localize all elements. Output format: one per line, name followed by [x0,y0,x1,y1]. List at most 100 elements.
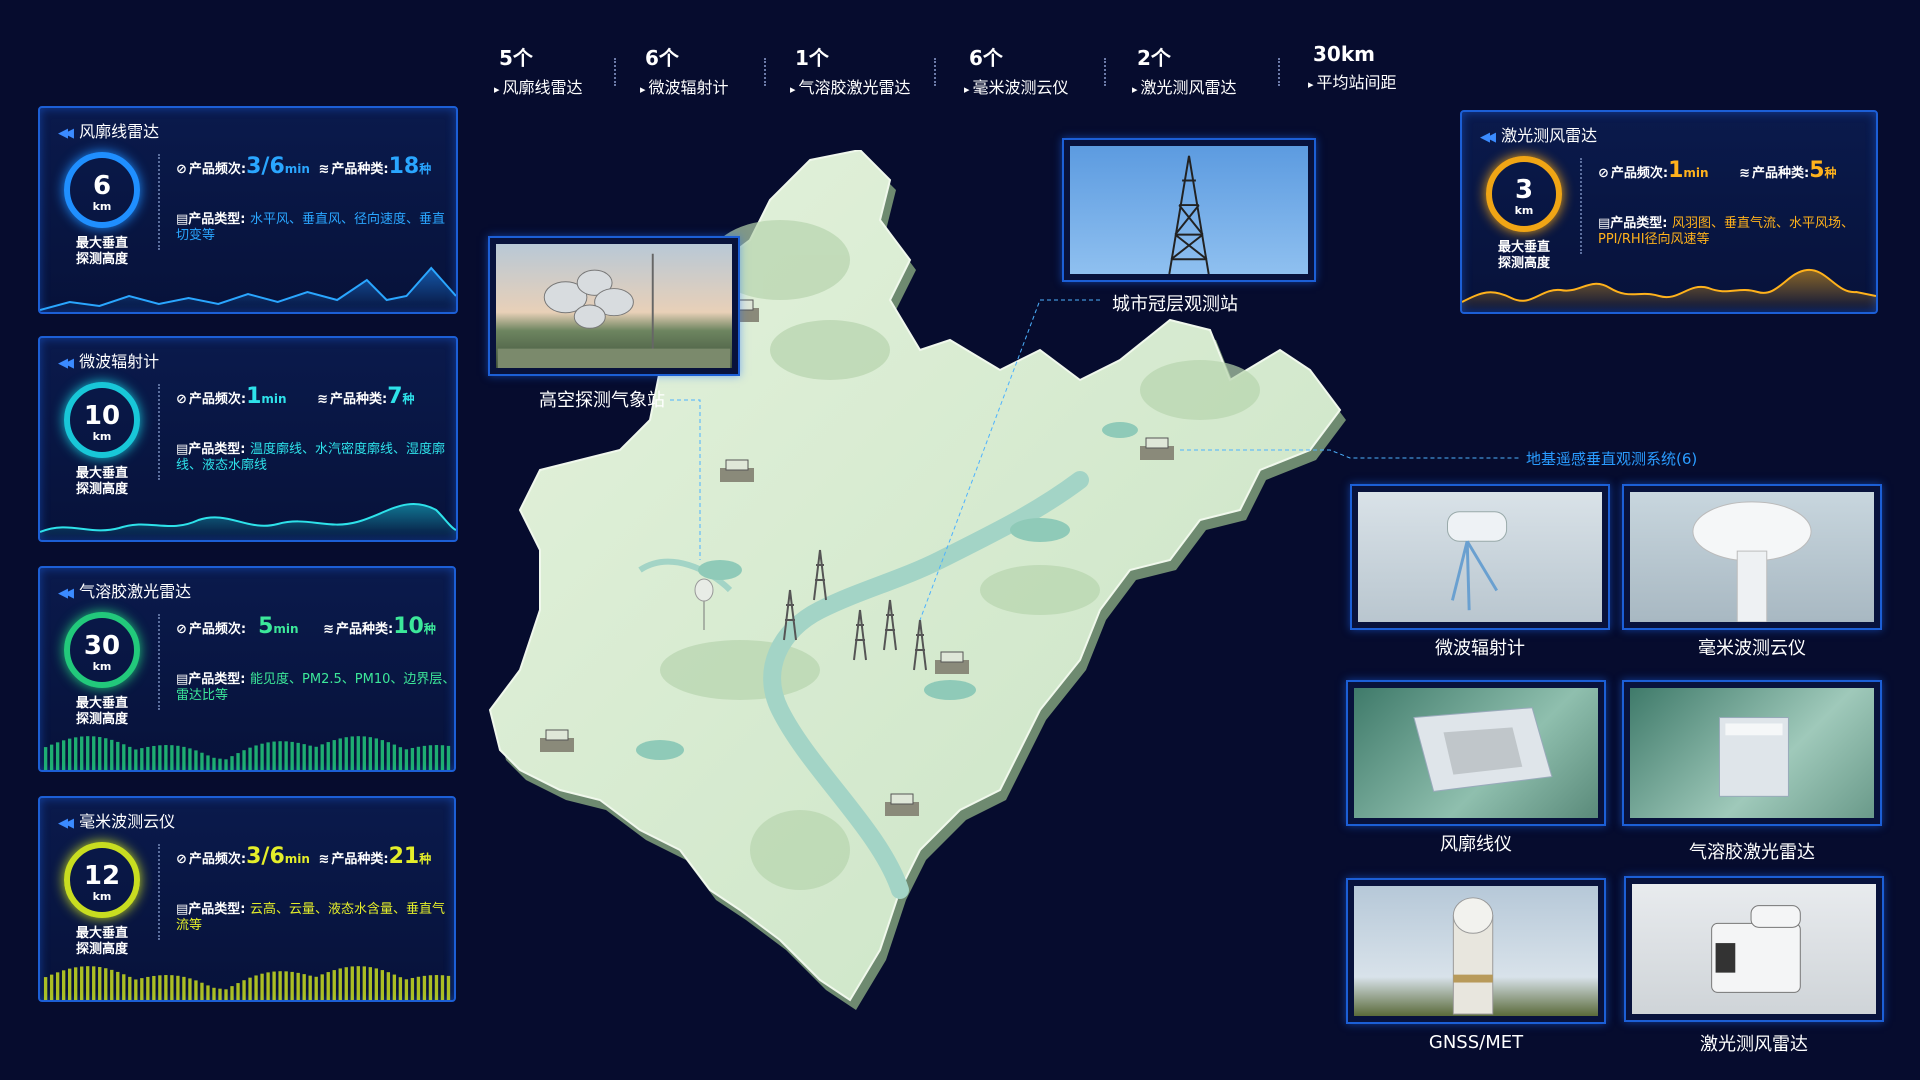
panel-microwave-radiometer[interactable]: ◀◀ 微波辐射计 10 km 最大垂直 探测高度 ⊘ 产品频次:1min ≋ 产品种类… [38,336,458,542]
trend-bar [176,975,180,1000]
trend-bar [416,746,421,770]
trend-bar [146,976,150,1000]
trend-bar [110,739,114,770]
panel-aerosol-lidar[interactable]: ◀◀ 气溶胶激光雷达 30 km 最大垂直 探测高度 ⊘ 产品频次: 5min ≋ 产品… [38,566,456,772]
trend-bar [176,745,180,770]
stat-count: 30km [1313,42,1375,66]
panel-wind-profiler[interactable]: ◀◀ 风廓线雷达 6 km 最大垂直 探测高度 ⊘ 产品频次:3/6min ≋ 产品种… [38,106,458,314]
trend-bar [284,971,288,1000]
lattice-tower-icon [1168,155,1210,274]
trend-bar [80,736,84,770]
stat-divider [764,58,766,86]
height-unit: km [92,890,112,903]
trend-bar [362,736,366,770]
gallery-caption: 毫米波测云仪 [1698,638,1806,659]
trend-bar [206,755,210,770]
gallery-microwave-radiometer[interactable] [1350,484,1610,630]
trend-bar [140,748,144,770]
product-types: ▤产品类型: 温度廓线、水汽密度廓线、湿度廓线、液态水廓线 [176,442,446,473]
trend-bar [230,756,234,770]
trend-bar [350,736,354,770]
trend-bar [422,745,427,770]
trend-bar [266,972,270,1000]
gallery-wind-lidar[interactable] [1624,876,1884,1022]
trend-bar [254,745,258,770]
trend-bar [212,757,216,770]
product-types: ▤产品类型: 能见度、PM2.5、PM10、边界层、雷达比等 [176,672,456,703]
trend-bar [308,745,312,770]
height-value: 3 [1514,175,1534,205]
divider [158,614,160,710]
trend-bar [374,738,379,770]
layers-icon: ≋ [323,622,335,637]
callout-urban-canopy-station: 城市冠层观测站 [1112,294,1238,315]
trend-bar [134,979,138,1000]
trend-bar [104,738,108,770]
panel-title: ◀◀ 微波辐射计 [58,352,160,371]
trend-bar [74,967,78,1000]
trend-bar [302,744,306,770]
chevron-left-icon: ◀◀ [58,816,74,831]
height-value: 12 [83,861,121,891]
trend-bar [320,974,324,1000]
trend-bar [428,745,433,770]
stat-divider [614,58,616,86]
trend-bar [104,968,108,1000]
photo-upper-air-station[interactable] [488,236,740,376]
trend-bar [146,746,150,770]
product-types: ▤产品类型: 水平风、垂直风、径向速度、垂直切变等 [176,212,446,243]
stat-mmwave: 6个 毫米波测云仪 [964,42,1069,98]
trend-bar [398,977,403,1000]
trend-bar [416,976,421,1000]
gallery-aerosol-lidar[interactable] [1622,680,1882,826]
panel-wind-lidar[interactable]: ◀◀ 激光测风雷达 3 km 最大垂直 探测高度 ⊘ 产品频次:1min ≋ 产品种类… [1460,110,1878,314]
layers-icon: ≋ [317,392,329,407]
product-types: ▤产品类型: 风羽图、垂直气流、水平风场、PPI/RHI径向风速等 [1598,216,1855,247]
chevron-left-icon: ◀◀ [58,586,74,601]
trend-bar [362,966,366,1000]
trend-bar [43,977,48,1000]
panel-title: ◀◀ 激光测风雷达 [1480,126,1598,145]
trend-bar [134,749,138,770]
height-gauge: 30 km [64,612,140,688]
trend-bar [86,736,90,770]
trend-bar [194,980,198,1000]
stat-label: 毫米波测云仪 [964,74,1069,98]
trend-bar [302,974,306,1000]
product-frequency: ⊘ 产品频次:3/6min ≋ 产品种类:21种 [176,844,432,869]
gallery-cloud-radar[interactable] [1622,484,1882,630]
trend-bar [356,966,360,1000]
trend-bar [67,968,72,1000]
height-value: 6 [92,171,112,201]
gallery-caption: 风廓线仪 [1440,834,1512,855]
trend-bar [296,742,300,770]
trend-bar [116,741,120,770]
trend-bar [326,742,330,770]
gallery-gnss-met[interactable] [1346,878,1606,1024]
microwave-radiometer-photo [1447,511,1508,611]
layers-icon: ≋ [318,162,330,177]
gallery-wind-profiler[interactable] [1346,680,1606,826]
clock-icon: ⊘ [176,162,187,177]
cloud-radar-photo [1692,501,1812,622]
gallery-caption: GNSS/MET [1428,1032,1524,1053]
panel-title: ◀◀ 风廓线雷达 [58,122,160,141]
trend-bar [386,742,391,770]
trend-bar [164,975,168,1000]
divider [1580,158,1582,254]
trend-bar [308,975,312,1000]
layers-icon: ≋ [318,852,330,867]
trend-bar [92,736,96,770]
trend-bar [290,741,294,770]
trend-bar [440,975,445,1000]
stat-label: 风廓线雷达 [494,74,583,98]
photo-urban-canopy-station[interactable] [1062,138,1316,282]
panel-mmwave-cloud-radar[interactable]: ◀◀ 毫米波测云仪 12 km 最大垂直 探测高度 ⊘ 产品频次:3/6min ≋ 产… [38,796,456,1002]
stat-count: 6个 [645,46,679,70]
trend-bar [314,746,318,770]
trend-bar [152,745,156,770]
trend-bars [43,736,451,770]
trend-bar [344,737,348,770]
trend-bar [248,747,252,770]
trend-bar [398,747,403,770]
